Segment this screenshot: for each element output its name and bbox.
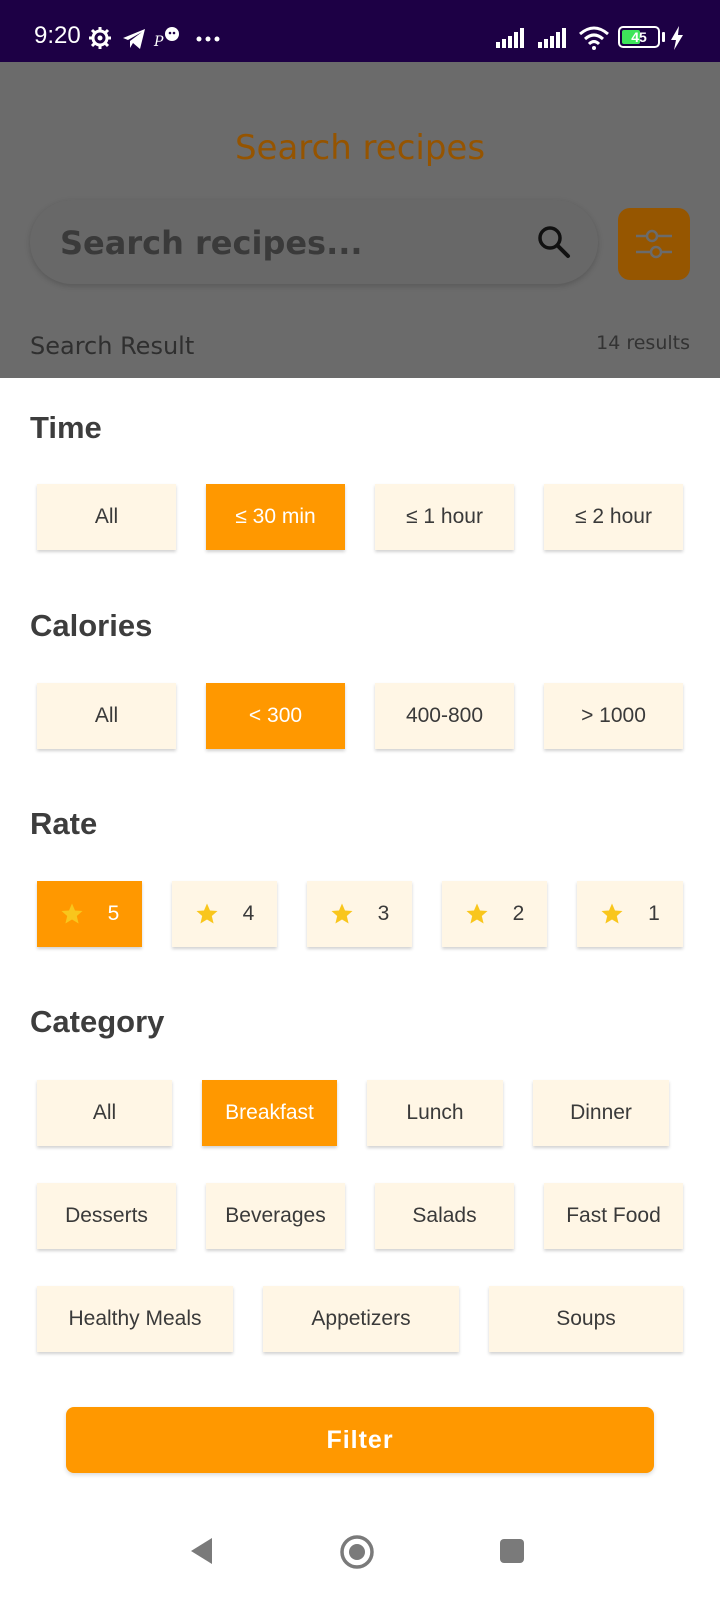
category-option-appetizers[interactable]: Appetizers <box>263 1286 459 1352</box>
sliders-icon <box>636 229 672 259</box>
recents-icon[interactable] <box>499 1538 525 1564</box>
category-option-soups[interactable]: Soups <box>489 1286 683 1352</box>
rate-label: 5 <box>107 902 120 925</box>
home-icon[interactable] <box>339 1534 375 1570</box>
rate-option-5[interactable]: 5 <box>37 881 142 947</box>
rate-section-title: Rate <box>30 806 98 841</box>
search-bar[interactable]: Search recipes... <box>30 200 598 284</box>
calories-option-400-800[interactable]: 400-800 <box>375 683 514 749</box>
rate-label: 3 <box>377 902 390 925</box>
calories-option-under-300[interactable]: < 300 <box>206 683 345 749</box>
signal-icon <box>496 28 524 48</box>
category-option-all[interactable]: All <box>37 1080 172 1146</box>
rate-option-2[interactable]: 2 <box>442 881 547 947</box>
time-option-1-hour[interactable]: ≤ 1 hour <box>375 484 514 550</box>
wifi-icon <box>579 26 609 50</box>
svg-text:P: P <box>153 34 164 50</box>
calories-section-title: Calories <box>30 608 153 643</box>
category-option-lunch[interactable]: Lunch <box>367 1080 503 1146</box>
rate-option-1[interactable]: 1 <box>577 881 683 947</box>
category-option-beverages[interactable]: Beverages <box>206 1183 345 1249</box>
more-icon <box>196 36 220 42</box>
filter-button[interactable]: Filter <box>66 1407 654 1473</box>
back-icon[interactable] <box>188 1536 216 1566</box>
rate-label: 2 <box>512 902 525 925</box>
status-time: 9:20 <box>34 22 81 49</box>
app-notification-icon: P <box>153 27 179 50</box>
star-icon <box>61 903 83 924</box>
rate-option-3[interactable]: 3 <box>307 881 412 947</box>
rate-label: 4 <box>242 902 255 925</box>
time-option-30-min[interactable]: ≤ 30 min <box>206 484 345 550</box>
battery-icon: 45 <box>618 26 660 48</box>
navigation-bar <box>0 1500 720 1600</box>
time-section-title: Time <box>30 410 102 445</box>
search-result-label: Search Result <box>30 332 195 360</box>
charging-icon <box>671 26 683 50</box>
star-icon <box>466 903 488 924</box>
category-option-healthy-meals[interactable]: Healthy Meals <box>37 1286 233 1352</box>
category-option-breakfast[interactable]: Breakfast <box>202 1080 337 1146</box>
category-option-dinner[interactable]: Dinner <box>533 1080 669 1146</box>
telegram-icon <box>123 29 145 49</box>
search-icon[interactable] <box>536 224 572 260</box>
filter-toggle-button[interactable] <box>618 208 690 280</box>
calories-option-over-1000[interactable]: > 1000 <box>544 683 683 749</box>
rate-option-4[interactable]: 4 <box>172 881 277 947</box>
battery-level: 45 <box>631 29 647 45</box>
gear-icon <box>89 27 111 49</box>
filter-sheet: Time All ≤ 30 min ≤ 1 hour ≤ 2 hour Calo… <box>0 378 720 1500</box>
signal-icon <box>538 28 566 48</box>
category-option-salads[interactable]: Salads <box>375 1183 514 1249</box>
time-option-all[interactable]: All <box>37 484 176 550</box>
category-section-title: Category <box>30 1004 165 1039</box>
star-icon <box>601 903 623 924</box>
category-option-fast-food[interactable]: Fast Food <box>544 1183 683 1249</box>
time-option-2-hour[interactable]: ≤ 2 hour <box>544 484 683 550</box>
star-icon <box>331 903 353 924</box>
status-bar: 9:20 P 45 <box>0 0 720 62</box>
result-count: 14 results <box>596 332 690 354</box>
star-icon <box>196 903 218 924</box>
background-screen: Search recipes Search recipes... Search … <box>0 62 720 378</box>
rate-label: 1 <box>648 902 660 925</box>
category-option-desserts[interactable]: Desserts <box>37 1183 176 1249</box>
page-title: Search recipes <box>234 128 486 168</box>
search-input[interactable]: Search recipes... <box>60 224 363 262</box>
calories-option-all[interactable]: All <box>37 683 176 749</box>
